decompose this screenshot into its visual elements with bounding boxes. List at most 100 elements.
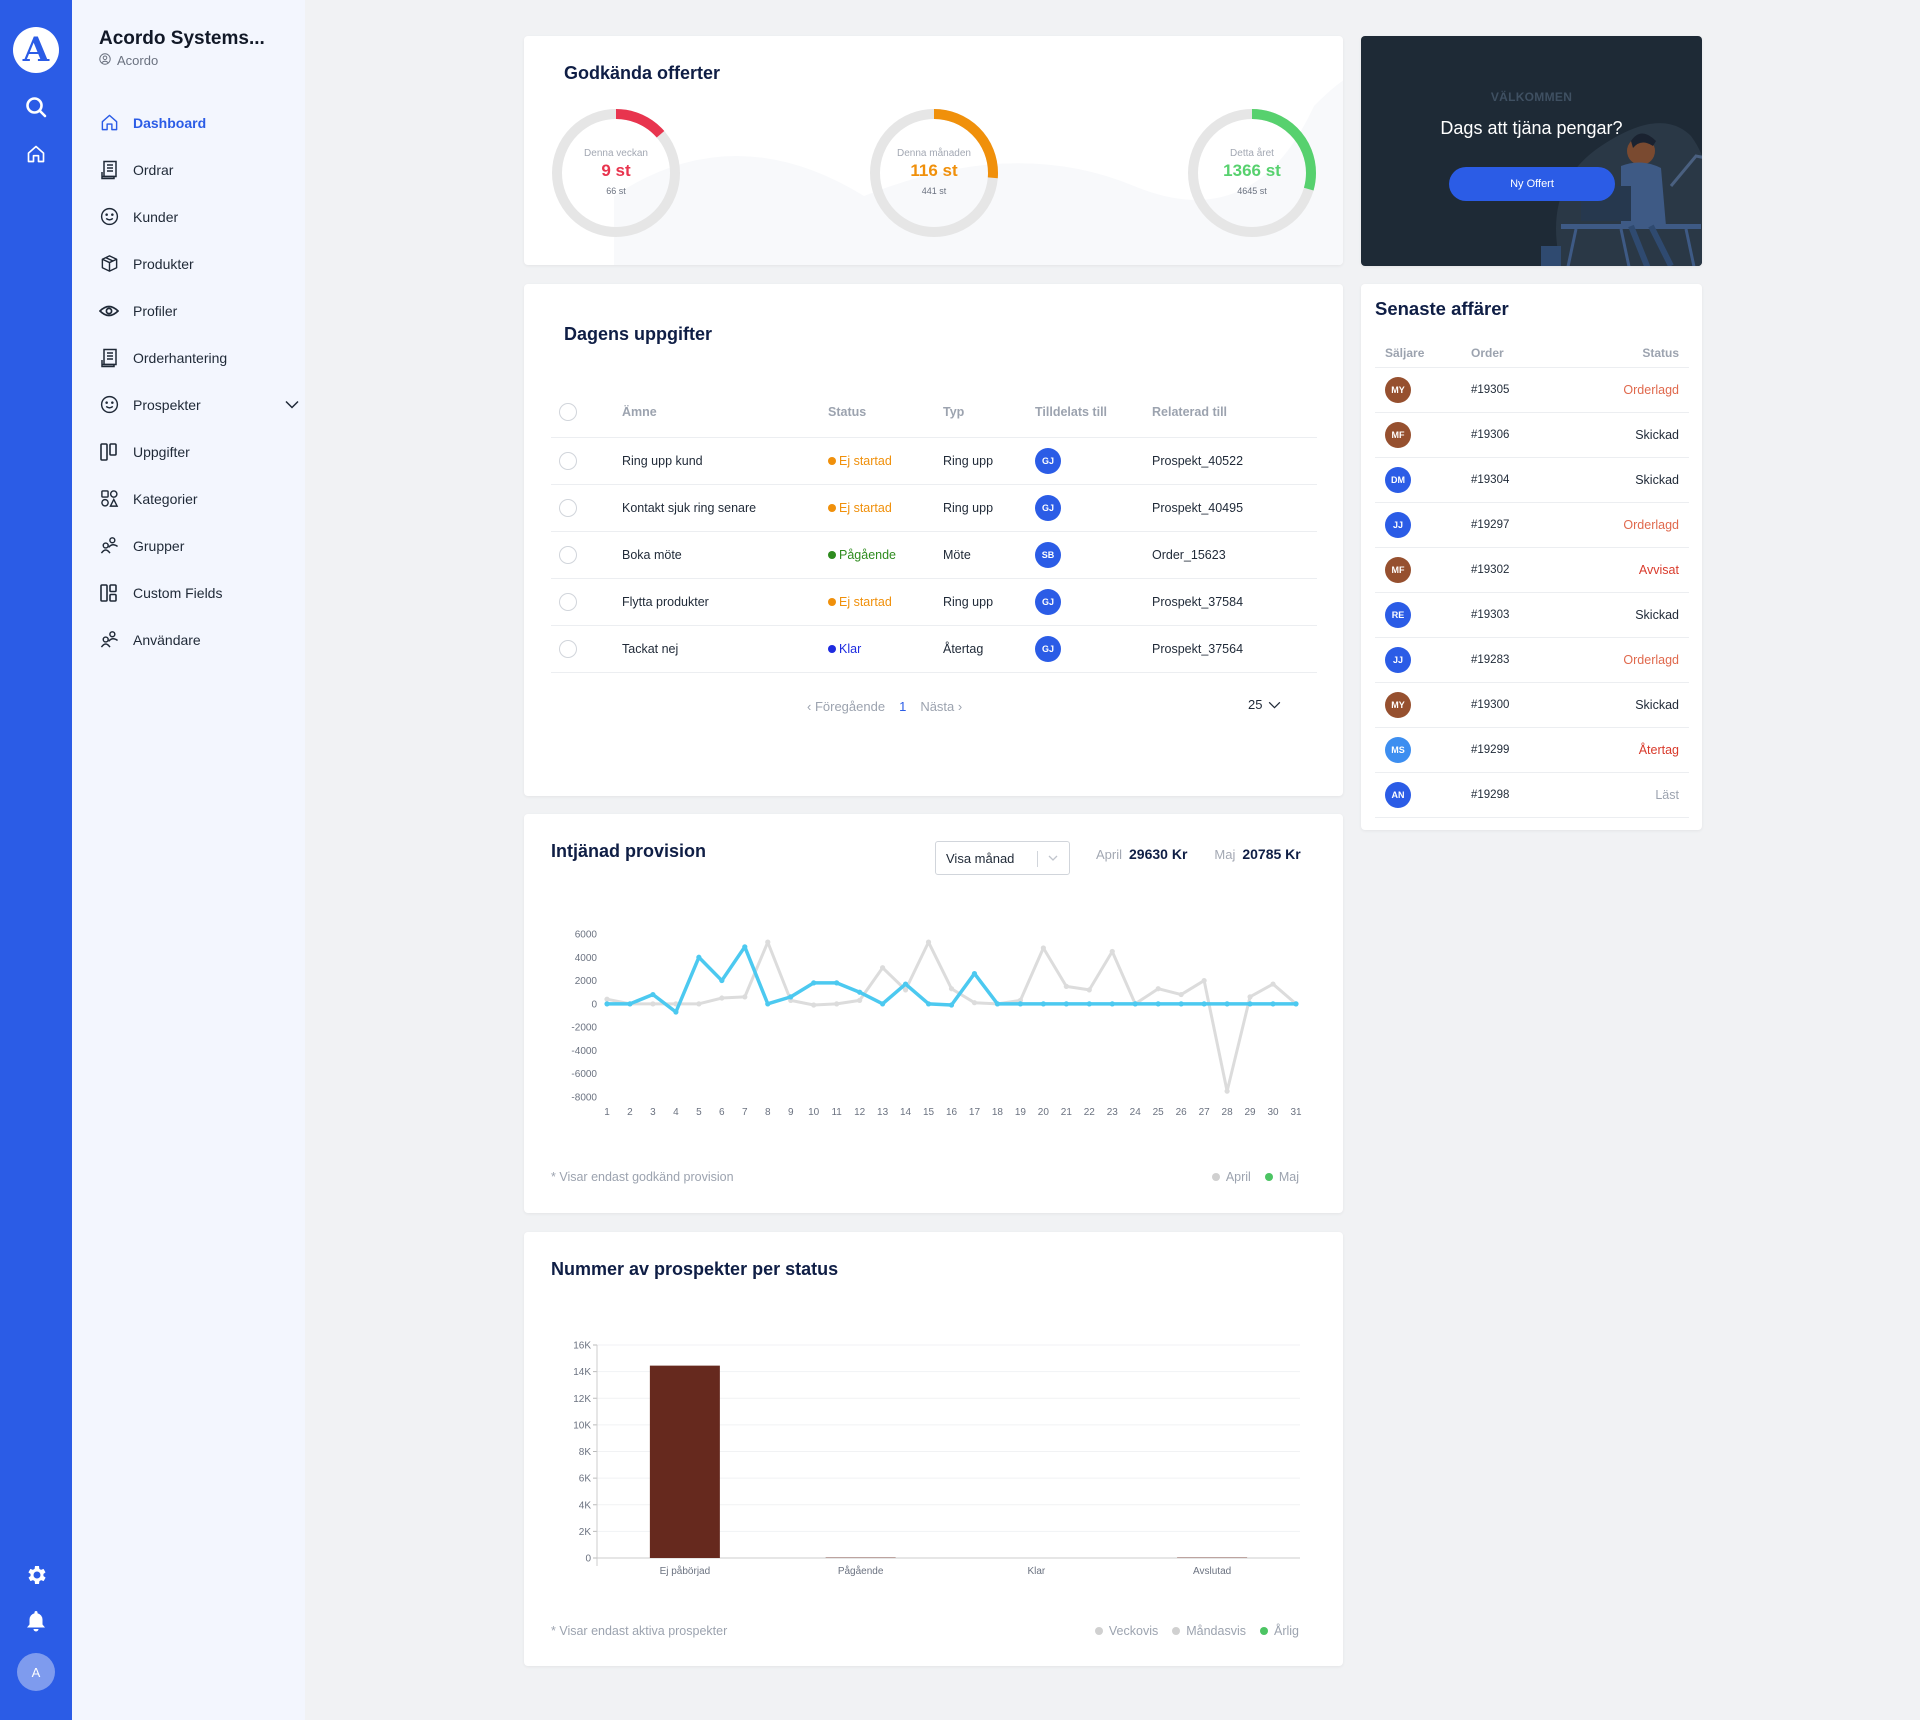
data-point[interactable] — [1109, 1001, 1115, 1007]
data-point[interactable] — [719, 977, 725, 984]
next-page-button[interactable]: Nästa › — [920, 699, 962, 714]
user-avatar[interactable]: A — [17, 1653, 55, 1691]
table-row[interactable]: MF #19306 Skickad — [1375, 413, 1689, 458]
gear-icon[interactable] — [22, 1561, 50, 1589]
related-link[interactable]: Prospekt_37584 — [1152, 595, 1243, 609]
data-point[interactable] — [1270, 981, 1276, 987]
task-subject[interactable]: Kontakt sjuk ring senare — [622, 501, 756, 515]
new-offer-button[interactable]: Ny Offert — [1449, 167, 1615, 201]
bar[interactable] — [649, 1365, 720, 1558]
legend-item[interactable]: Veckovis — [1094, 1624, 1158, 1638]
table-row[interactable]: Flytta produkter Ej startad Ring upp GJ Pros… — [551, 579, 1317, 626]
assignee-avatar[interactable]: GJ — [1035, 589, 1061, 615]
table-row[interactable]: JJ #19283 Orderlagd — [1375, 638, 1689, 683]
table-row[interactable]: Boka möte Pågående Möte SB Order_15623 — [551, 532, 1317, 579]
data-point[interactable] — [1040, 1001, 1046, 1007]
select-all-checkbox[interactable] — [559, 402, 577, 421]
data-point[interactable] — [719, 995, 725, 1001]
data-point[interactable] — [765, 939, 771, 945]
data-point[interactable] — [857, 989, 863, 995]
table-row[interactable]: JJ #19297 Orderlagd — [1375, 503, 1689, 548]
order-number[interactable]: #19283 — [1471, 654, 1509, 666]
data-point[interactable] — [948, 1002, 955, 1008]
data-point[interactable] — [1063, 1001, 1069, 1007]
data-point[interactable] — [1017, 1001, 1023, 1007]
sidebar-item-orderhantering[interactable]: Orderhantering — [99, 334, 299, 381]
assignee-avatar[interactable]: SB — [1035, 542, 1061, 568]
sidebar-item-prospekter[interactable]: Prospekter — [99, 381, 299, 428]
row-checkbox[interactable] — [559, 640, 577, 658]
order-number[interactable]: #19302 — [1471, 564, 1509, 576]
column-header[interactable]: Ämne — [622, 405, 657, 419]
data-point[interactable] — [742, 944, 748, 950]
data-point[interactable] — [1063, 983, 1069, 989]
column-header[interactable]: Tilldelats till — [1035, 405, 1107, 419]
data-point[interactable] — [1086, 987, 1092, 993]
data-point[interactable] — [1178, 1001, 1184, 1007]
data-point[interactable] — [1224, 1001, 1230, 1007]
related-link[interactable]: Prospekt_37564 — [1152, 642, 1243, 656]
data-point[interactable] — [1201, 977, 1207, 984]
sidebar-item-produkter[interactable]: Produkter — [99, 240, 299, 287]
task-subject[interactable]: Boka möte — [622, 548, 682, 562]
home-icon[interactable] — [22, 140, 50, 168]
data-point[interactable] — [880, 965, 886, 971]
table-row[interactable]: MY #19300 Skickad — [1375, 683, 1689, 728]
data-point[interactable] — [857, 997, 863, 1003]
data-point[interactable] — [994, 1001, 1001, 1007]
sidebar-item-ordrar[interactable]: Ordrar — [99, 146, 299, 193]
row-checkbox[interactable] — [559, 546, 577, 564]
chevron-down-icon[interactable] — [285, 396, 299, 412]
data-point[interactable] — [650, 1001, 656, 1007]
assignee-avatar[interactable]: GJ — [1035, 448, 1061, 474]
task-subject[interactable]: Ring upp kund — [622, 454, 703, 468]
data-point[interactable] — [1132, 1001, 1138, 1007]
table-row[interactable]: Tackat nej Klar Återtag GJ Prospekt_37564 — [551, 626, 1317, 673]
data-point[interactable] — [834, 980, 840, 986]
data-point[interactable] — [1109, 948, 1115, 955]
order-number[interactable]: #19297 — [1471, 519, 1509, 531]
data-point[interactable] — [811, 1002, 817, 1008]
data-point[interactable] — [696, 954, 702, 960]
data-point[interactable] — [627, 1001, 633, 1007]
table-row[interactable]: MS #19299 Återtag — [1375, 728, 1689, 773]
order-number[interactable]: #19304 — [1471, 474, 1509, 486]
data-point[interactable] — [1270, 1001, 1276, 1007]
table-row[interactable]: RE #19303 Skickad — [1375, 593, 1689, 638]
task-subject[interactable]: Flytta produkter — [622, 595, 709, 609]
data-point[interactable] — [834, 1001, 840, 1007]
row-checkbox[interactable] — [559, 452, 577, 470]
data-point[interactable] — [811, 980, 817, 986]
data-point[interactable] — [788, 994, 794, 1000]
data-point[interactable] — [902, 981, 909, 987]
data-point[interactable] — [1178, 991, 1184, 998]
data-point[interactable] — [1224, 1088, 1230, 1094]
page-size-select[interactable]: 25 — [1248, 697, 1281, 712]
sidebar-item-custom-fields[interactable]: Custom Fields — [99, 569, 299, 616]
data-point[interactable] — [604, 1001, 610, 1007]
data-point[interactable] — [650, 991, 656, 998]
table-row[interactable]: Ring upp kund Ej startad Ring upp GJ Prospek… — [551, 438, 1317, 485]
data-point[interactable] — [1247, 994, 1253, 1000]
data-point[interactable] — [1247, 1001, 1253, 1007]
data-point[interactable] — [696, 1001, 702, 1007]
legend-item[interactable]: Maj — [1264, 1170, 1299, 1184]
data-point[interactable] — [925, 1001, 932, 1007]
data-point[interactable] — [742, 994, 748, 1000]
data-point[interactable] — [880, 1001, 886, 1007]
data-point[interactable] — [673, 1009, 679, 1015]
column-header[interactable]: Typ — [943, 405, 964, 419]
data-point[interactable] — [902, 987, 909, 993]
data-point[interactable] — [1201, 1001, 1207, 1007]
sidebar-item-anvandare[interactable]: Användare — [99, 616, 299, 663]
table-row[interactable]: Kontakt sjuk ring senare Ej startad Ring u… — [551, 485, 1317, 532]
data-point[interactable] — [948, 986, 955, 992]
app-logo[interactable]: A — [13, 27, 59, 73]
legend-item[interactable]: Måndasvis — [1172, 1624, 1246, 1638]
sidebar-item-uppgifter[interactable]: Uppgifter — [99, 428, 299, 475]
order-number[interactable]: #19306 — [1471, 429, 1509, 441]
order-number[interactable]: #19303 — [1471, 609, 1509, 621]
related-link[interactable]: Prospekt_40522 — [1152, 454, 1243, 468]
order-number[interactable]: #19298 — [1471, 789, 1509, 801]
month-select[interactable]: Visa månad — [935, 841, 1070, 875]
